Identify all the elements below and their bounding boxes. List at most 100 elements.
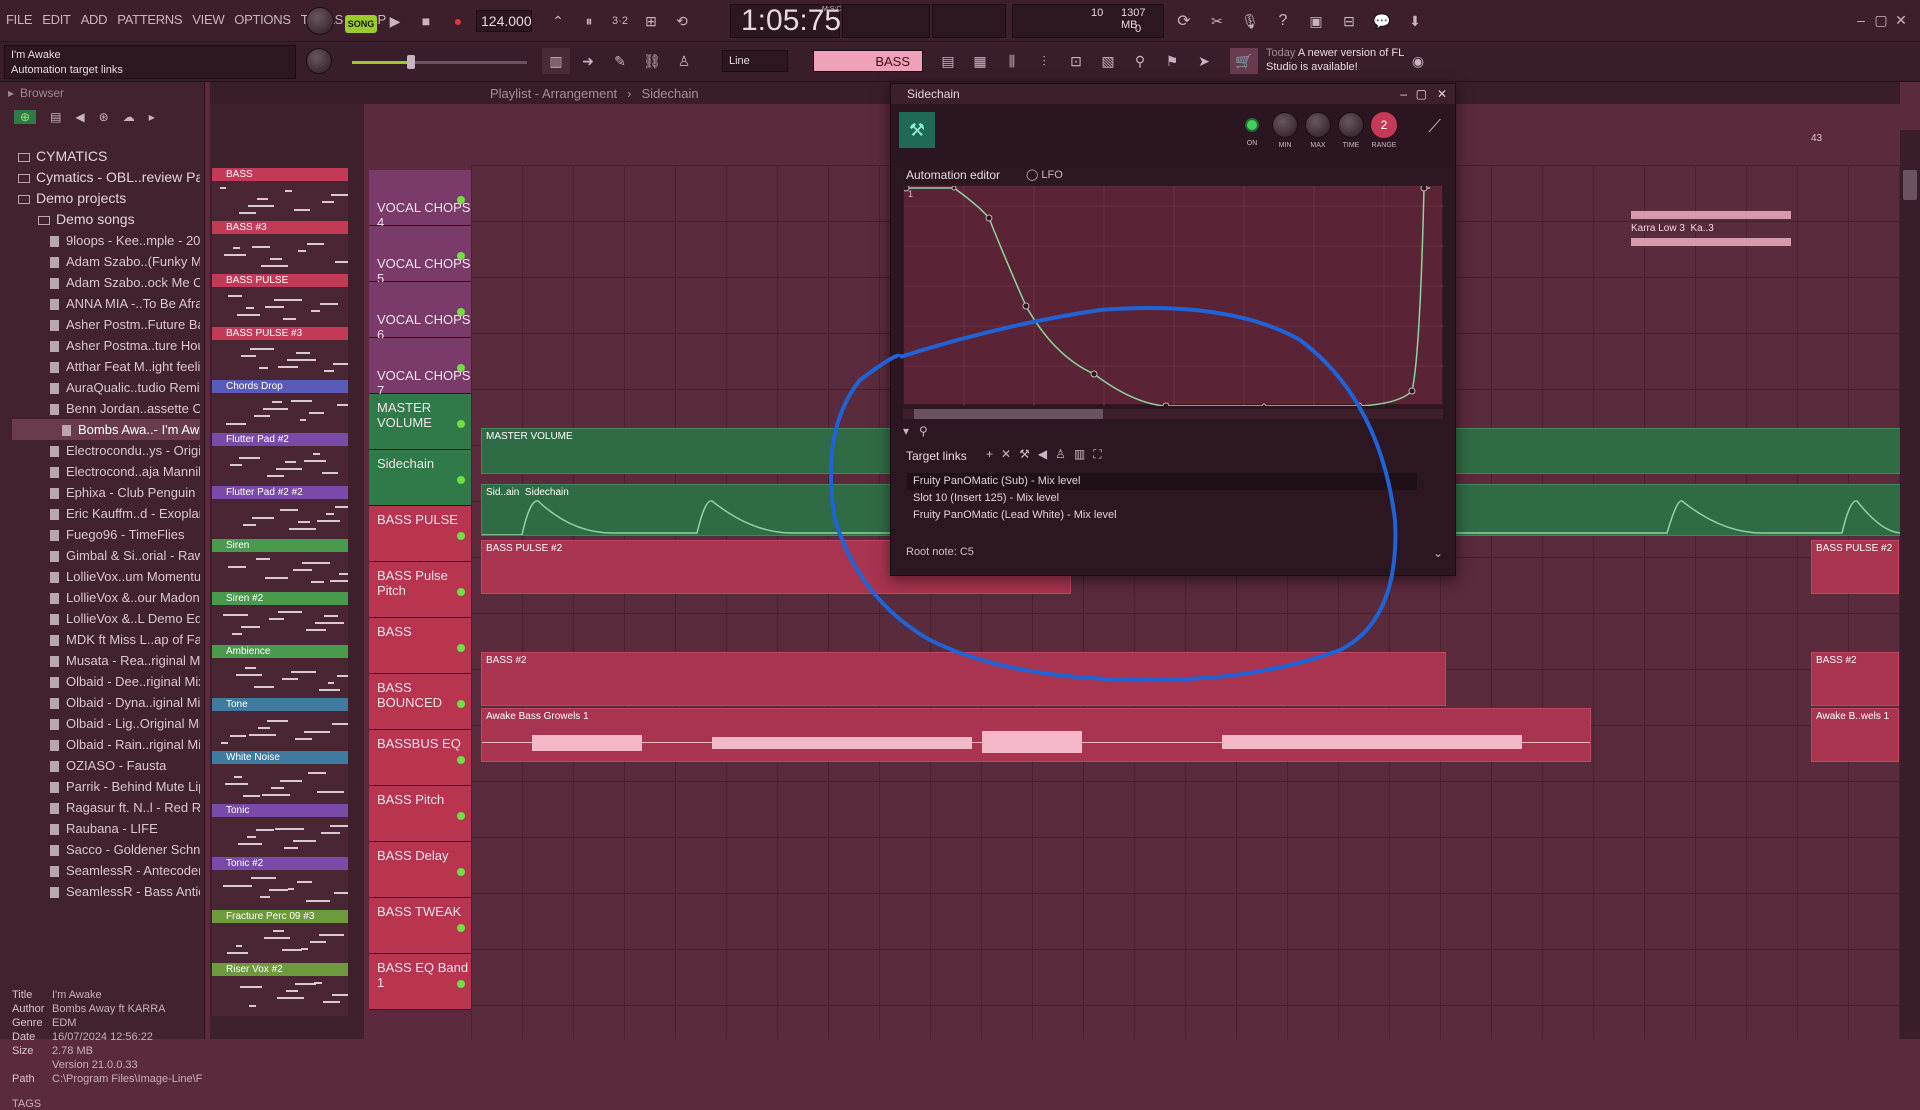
sidechain-titlebar[interactable]: Sidechain – ▢ ✕ bbox=[891, 84, 1455, 104]
browser-file[interactable]: OZIASO - Fausta bbox=[12, 755, 200, 776]
speaker-link-icon[interactable]: ◀ bbox=[1038, 447, 1047, 462]
channel-rack-icon[interactable]: ⫶ bbox=[1030, 48, 1058, 74]
pattern-item[interactable]: Riser Vox #2 bbox=[212, 963, 358, 1016]
master-pitch-knob[interactable] bbox=[306, 48, 332, 74]
pattern-item[interactable]: BASS #3 bbox=[212, 221, 348, 274]
news-panel[interactable]: Today A newer version of FL Studio is av… bbox=[1266, 46, 1426, 78]
pattern-selector[interactable]: BASS bbox=[813, 50, 923, 72]
browser-file[interactable]: ANNA MIA -..To Be Afraid bbox=[12, 293, 200, 314]
track-header[interactable]: BASS BOUNCED bbox=[369, 674, 471, 730]
clip-bass-bounced-end[interactable]: Awake B..wels 1 bbox=[1811, 708, 1899, 762]
browser-file[interactable]: Parrik - Behind Mute Lips bbox=[12, 776, 200, 797]
browser-file[interactable]: Benn Jordan..assette Cafe bbox=[12, 398, 200, 419]
browser-folder[interactable]: Demo songs bbox=[12, 209, 200, 230]
bars-link-icon[interactable]: ▥ bbox=[1074, 447, 1085, 462]
knob-min[interactable]: MIN bbox=[1269, 112, 1301, 149]
track-header[interactable]: VOCAL CHOPS 4 bbox=[369, 170, 471, 230]
tags-label[interactable]: TAGS bbox=[12, 1098, 41, 1110]
track-mute-led[interactable] bbox=[457, 196, 465, 204]
browser-file[interactable]: Electrocondu..ys - Original bbox=[12, 440, 200, 461]
track-mute-led[interactable] bbox=[457, 532, 465, 540]
browser-files-icon[interactable]: ▤ bbox=[50, 110, 61, 124]
shop-icon[interactable]: 🛒 bbox=[1230, 48, 1258, 74]
add-link-icon[interactable]: + bbox=[986, 447, 993, 462]
browser-menu-icon[interactable]: ▸ bbox=[8, 86, 14, 100]
target-link-item[interactable]: Fruity PanOMatic (Sub) - Mix level bbox=[907, 473, 1417, 490]
browser-file[interactable]: Adam Szabo..ock Me Out bbox=[12, 272, 200, 293]
track-header[interactable]: BASS PULSE bbox=[369, 506, 471, 562]
microphone-icon[interactable]: 🎙 bbox=[1236, 7, 1264, 35]
browser-file[interactable]: Olbaid - Rain..riginal Mix) bbox=[12, 734, 200, 755]
help-icon[interactable]: ? bbox=[1269, 7, 1297, 35]
blend-notes-icon[interactable]: ⊞ bbox=[638, 8, 664, 34]
render-icon[interactable]: ⊟ bbox=[1335, 7, 1363, 35]
main-volume-knob[interactable] bbox=[306, 7, 334, 35]
pattern-item[interactable]: BASS PULSE bbox=[212, 274, 348, 327]
browser-icon[interactable]: ⊡ bbox=[1062, 48, 1090, 74]
track-header[interactable]: BASS Delay bbox=[369, 842, 471, 898]
zoom-icon[interactable]: ▾ ⚲ bbox=[903, 424, 928, 438]
track-header[interactable]: Sidechain bbox=[369, 450, 471, 506]
track-mute-led[interactable] bbox=[457, 476, 465, 484]
plug-link-icon[interactable]: ♙ bbox=[1055, 447, 1066, 462]
pattern-item[interactable]: BASS PULSE #3 bbox=[212, 327, 352, 380]
browser-file[interactable]: Olbaid - Dee..riginal Mix) bbox=[12, 671, 200, 692]
wait-input-icon[interactable]: ⏸ bbox=[576, 8, 602, 34]
sidechain-close-icon[interactable]: ✕ bbox=[1437, 87, 1447, 101]
minimize-icon[interactable]: – bbox=[1852, 10, 1870, 30]
tools-icon[interactable]: ✂ bbox=[1203, 7, 1231, 35]
piano-roll-icon[interactable]: ▥ bbox=[542, 48, 570, 74]
track-mute-led[interactable] bbox=[457, 252, 465, 260]
pencil-icon[interactable]: ✎ bbox=[606, 48, 634, 74]
pattern-item[interactable]: Chords Drop bbox=[212, 380, 348, 433]
pattern-item[interactable]: Tonic bbox=[212, 804, 358, 857]
refresh-icon[interactable]: ⟳ bbox=[1170, 7, 1198, 35]
browser-file[interactable]: Musata - Rea..riginal Mix) bbox=[12, 650, 200, 671]
pattern-item[interactable]: Tone bbox=[212, 698, 354, 751]
browser-file[interactable]: Asher Postm..Future Bass bbox=[12, 314, 200, 335]
browser-file[interactable]: Ragasur ft. N..l - Red Rani bbox=[12, 797, 200, 818]
browser-plugin-icon[interactable]: ⊛ bbox=[99, 110, 109, 124]
track-mute-led[interactable] bbox=[457, 812, 465, 820]
knob-time[interactable]: TIME bbox=[1335, 112, 1367, 149]
save-icon[interactable]: ▣ bbox=[1302, 7, 1330, 35]
track-header[interactable]: BASS TWEAK bbox=[369, 898, 471, 954]
pattern-item[interactable]: Siren bbox=[212, 539, 354, 592]
track-mute-led[interactable] bbox=[457, 420, 465, 428]
browser-file[interactable]: Fuego96 - TimeFlies bbox=[12, 524, 200, 545]
track-header[interactable]: VOCAL CHOPS 5 bbox=[369, 226, 471, 286]
track-mute-led[interactable] bbox=[457, 980, 465, 988]
stop-icon[interactable]: ■ bbox=[414, 8, 438, 34]
graph-hscroll[interactable] bbox=[903, 409, 1443, 419]
maximize-icon[interactable]: ▢ bbox=[1872, 10, 1890, 30]
track-mute-led[interactable] bbox=[457, 308, 465, 316]
remove-link-icon[interactable]: ✕ bbox=[1001, 447, 1011, 462]
track-mute-led[interactable] bbox=[457, 588, 465, 596]
menu-patterns[interactable]: PATTERNS bbox=[117, 12, 182, 27]
link-icon[interactable]: ⛓ bbox=[638, 48, 666, 74]
clip-bass-pulse-end[interactable]: BASS PULSE #2 bbox=[1811, 540, 1899, 594]
menu-view[interactable]: VIEW bbox=[192, 12, 224, 27]
menu-edit[interactable]: EDIT bbox=[42, 12, 71, 27]
plugin-picker-icon[interactable]: ⚲ bbox=[1126, 48, 1154, 74]
loop-record-icon[interactable]: ⟲ bbox=[669, 8, 695, 34]
stamp-icon[interactable]: ♙ bbox=[670, 48, 698, 74]
browser-file[interactable]: LollieVox..um Momentum bbox=[12, 566, 200, 587]
track-header[interactable]: BASS Pitch bbox=[369, 786, 471, 842]
track-mute-led[interactable] bbox=[457, 700, 465, 708]
browser-cloud-icon[interactable]: ☁ bbox=[123, 110, 135, 124]
browser-file[interactable]: Adam Szabo..(Funky Mix) bbox=[12, 251, 200, 272]
play-icon[interactable]: ▶ bbox=[383, 8, 407, 34]
browser-file[interactable]: 9loops - Kee..mple - 2015 bbox=[12, 230, 200, 251]
pattern-item[interactable]: Tonic #2 bbox=[212, 857, 354, 910]
clip-bass-end[interactable]: BASS #2 bbox=[1811, 652, 1899, 706]
track-mute-led[interactable] bbox=[457, 364, 465, 372]
track-header[interactable]: BASS Pulse Pitch bbox=[369, 562, 471, 618]
target-link-item[interactable]: Slot 10 (Insert 125) - Mix level bbox=[907, 490, 1417, 507]
track-header[interactable]: BASSBUS EQ bbox=[369, 730, 471, 786]
song-mode-toggle[interactable]: SONG bbox=[345, 15, 377, 33]
browser-file[interactable]: Ephixa - Club Penguin bbox=[12, 482, 200, 503]
browser-file[interactable]: Atthar Feat M..ight feeling bbox=[12, 356, 200, 377]
pattern-item[interactable]: Siren #2 bbox=[212, 592, 348, 645]
browser-file[interactable]: Raubana - LIFE bbox=[12, 818, 200, 839]
